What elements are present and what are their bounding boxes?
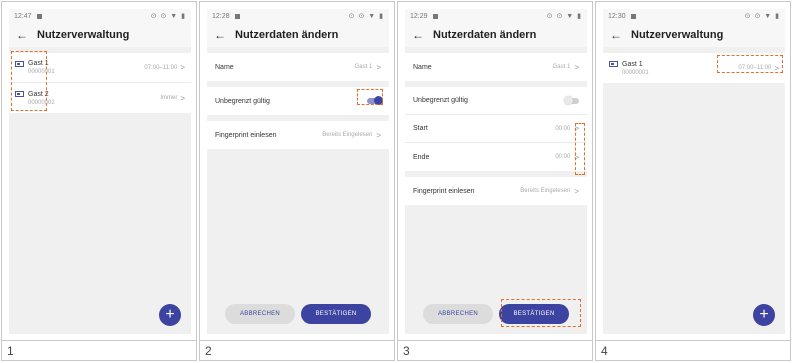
fingerprint-label: Fingerprint einlesen [413,187,475,195]
fingerprint-label: Fingerprint einlesen [215,131,277,139]
name-section: Name Gast 1 > [405,53,587,81]
name-label: Name [215,63,234,71]
fingerprint-value: Bereits Eingelesen [520,188,571,194]
fingerprint-row[interactable]: Fingerprint einlesen Bereits Eingelesen … [405,177,587,205]
status-time: 12:29 [410,12,428,20]
app-bar: ← Nutzerdaten ändern [405,23,587,47]
name-label: Name [413,63,432,71]
end-row[interactable]: Ende 00:00 > [405,143,587,171]
user-time: 07:00–11:00 [144,64,178,71]
status-bar: 12:29 ⊙ ⊙ ▼ ▮ [405,9,587,23]
start-value: 00:00 [555,125,571,132]
status-bar: 12:47 ⊙ ⊙ ▼ ▮ [9,9,191,23]
chevron-right-icon: > [180,93,185,103]
name-row[interactable]: Name Gast 1 > [405,53,587,81]
fingerprint-value: Bereits Eingelesen [322,132,373,138]
status-bar: 12:28 ⊙ ⊙ ▼ ▮ [207,9,389,23]
cancel-button[interactable]: ABBRECHEN [225,304,295,324]
highlight-time-chevrons [575,123,585,175]
page-title: Nutzerverwaltung [631,29,724,41]
name-value: Gast 1 [354,64,373,70]
chevron-right-icon: > [574,62,579,72]
app-bar: ← Nutzerverwaltung [603,23,785,47]
status-time: 12:30 [608,12,626,20]
add-user-button[interactable]: + [753,304,775,326]
notification-icon [36,13,42,19]
user-time: Immer [160,95,178,101]
highlight-confirm [501,299,581,327]
back-arrow-icon[interactable]: ← [412,28,424,42]
phone-screen: 12:30 ⊙ ⊙ ▼ ▮ ← Nutzerverwaltung Gast 1 … [603,9,785,334]
step-panel-1: 12:47 ⊙ ⊙ ▼ ▮ ← Nutzerverwaltung Gast 1 … [1,1,197,361]
end-value: 00:00 [555,154,571,160]
step-number: 2 [205,344,212,358]
status-icons: ⊙ ⊙ ▼ ▮ [744,13,780,20]
step-caption: 1 [2,340,196,360]
step-number: 1 [7,344,14,358]
page-title: Nutzerdaten ändern [235,29,339,41]
phone-screen: 12:29 ⊙ ⊙ ▼ ▮ ← Nutzerdaten ändern Name … [405,9,587,334]
step-number: 4 [601,344,608,358]
chevron-right-icon: > [574,186,579,196]
page-title: Nutzerdaten ändern [433,29,537,41]
notification-icon [234,13,240,19]
start-row[interactable]: Start 00:00 > [405,115,587,143]
action-buttons: ABBRECHEN BESTÄTIGEN [207,304,389,324]
user-card-icon [609,61,618,67]
status-time: 12:28 [212,12,230,20]
status-icons: ⊙ ⊙ ▼ ▮ [348,13,384,20]
phone-screen: 12:28 ⊙ ⊙ ▼ ▮ ← Nutzerdaten ändern Name … [207,9,389,334]
highlight-time-range [717,55,783,73]
app-bar: ← Nutzerverwaltung [9,23,191,47]
fingerprint-section: Fingerprint einlesen Bereits Eingelesen … [207,121,389,149]
status-time: 12:47 [14,12,32,20]
chevron-right-icon: > [376,62,381,72]
app-bar: ← Nutzerdaten ändern [207,23,389,47]
name-row[interactable]: Name Gast 1 > [207,53,389,81]
start-label: Start [413,125,428,132]
end-label: Ende [413,153,430,161]
unlimited-label: Unbegrenzt gültig [413,97,468,104]
cancel-button[interactable]: ABBRECHEN [423,304,493,324]
back-arrow-icon[interactable]: ← [16,28,28,42]
confirm-button[interactable]: BESTÄTIGEN [301,304,371,324]
highlight-toggle [357,89,383,105]
phone-screen: 12:47 ⊙ ⊙ ▼ ▮ ← Nutzerverwaltung Gast 1 … [9,9,191,334]
back-arrow-icon[interactable]: ← [214,28,226,42]
name-section: Name Gast 1 > [207,53,389,81]
unlimited-toggle[interactable] [564,95,579,105]
step-caption: 4 [596,340,790,360]
status-icons: ⊙ ⊙ ▼ ▮ [546,13,582,20]
step-panel-2: 12:28 ⊙ ⊙ ▼ ▮ ← Nutzerdaten ändern Name … [199,1,395,361]
add-user-button[interactable]: + [159,304,181,326]
unlimited-row: Unbegrenzt gültig [405,87,587,115]
chevron-right-icon: > [376,130,381,140]
step-caption: 2 [200,340,394,360]
toggle-knob [564,95,573,105]
back-arrow-icon[interactable]: ← [610,28,622,42]
status-icons: ⊙ ⊙ ▼ ▮ [150,13,186,20]
fingerprint-row[interactable]: Fingerprint einlesen Bereits Eingelesen … [207,121,389,149]
step-number: 3 [403,344,410,358]
notification-icon [630,13,636,19]
step-panel-3: 12:29 ⊙ ⊙ ▼ ▮ ← Nutzerdaten ändern Name … [397,1,593,361]
step-caption: 3 [398,340,592,360]
status-bar: 12:30 ⊙ ⊙ ▼ ▮ [603,9,785,23]
step-panel-4: 12:30 ⊙ ⊙ ▼ ▮ ← Nutzerverwaltung Gast 1 … [595,1,791,361]
page-title: Nutzerverwaltung [37,29,130,41]
highlight-users [11,51,47,111]
user-id: 00000002 [28,99,55,106]
fingerprint-section: Fingerprint einlesen Bereits Eingelesen … [405,177,587,205]
user-name: Gast 2 [28,90,49,98]
notification-icon [432,13,438,19]
name-value: Gast 1 [552,64,571,70]
chevron-right-icon: > [180,63,185,72]
unlimited-label: Unbegrenzt gültig [215,97,270,105]
validity-section: Unbegrenzt gültig Start 00:00 > Ende 00:… [405,87,587,171]
